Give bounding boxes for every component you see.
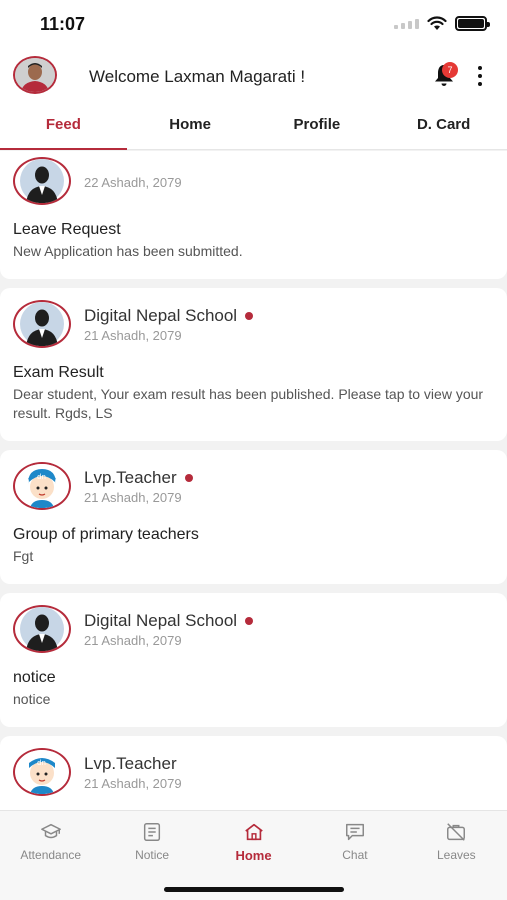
cartoon-student-icon: dn <box>13 748 71 796</box>
app-header: Welcome Laxman Magarati ! 7 <box>0 50 507 102</box>
nav-label: Chat <box>342 848 368 862</box>
nav-label: Home <box>235 848 272 863</box>
unread-dot <box>245 311 254 320</box>
feed-title: Group of primary teachers <box>13 526 199 543</box>
feed-date: 21 Ashadh, 2079 <box>84 775 182 791</box>
status-bar: 11:07 <box>0 0 507 50</box>
feed-sender: Digital Nepal School <box>84 611 254 631</box>
feed-title: notice <box>13 669 56 686</box>
feed-card[interactable]: dn Lvp.Teacher 21 Ashadh, 2079 <box>0 736 507 811</box>
nav-chat[interactable]: Chat <box>304 811 405 873</box>
top-tabs: Feed Home Profile D. Card <box>0 102 507 150</box>
status-icons <box>394 16 490 31</box>
svg-text:dn: dn <box>37 473 46 481</box>
nav-home[interactable]: Home <box>203 811 304 873</box>
tab-feed[interactable]: Feed <box>0 102 127 150</box>
feed-card[interactable]: 22 Ashadh, 2079 Leave Request New Applic… <box>0 151 507 279</box>
feed-sender: Lvp.Teacher <box>84 753 177 773</box>
feed-card[interactable]: Digital Nepal School 21 Ashadh, 2079 not… <box>0 593 507 727</box>
feed-body: New Application has been submitted. <box>13 243 243 259</box>
nav-attendance[interactable]: Attendance <box>0 811 101 873</box>
feed-sender: Lvp.Teacher <box>84 468 193 488</box>
feed-body: notice <box>13 691 51 707</box>
battery-icon <box>455 16 490 31</box>
svg-text:dn: dn <box>37 759 46 767</box>
feed-card[interactable]: dn Lvp.Teacher 21 Ashadh, 2079 Group of … <box>0 450 507 584</box>
graduation-cap-icon <box>40 823 61 839</box>
wifi-icon <box>427 16 447 30</box>
more-vertical-icon[interactable] <box>472 66 488 86</box>
feed-date: 21 Ashadh, 2079 <box>84 632 182 648</box>
feed-list[interactable]: 22 Ashadh, 2079 Leave Request New Applic… <box>0 151 507 811</box>
feed-date: 22 Ashadh, 2079 <box>84 174 182 190</box>
user-avatar[interactable] <box>13 56 57 94</box>
tab-home[interactable]: Home <box>127 102 254 149</box>
person-silhouette-icon <box>13 605 71 653</box>
nav-label: Leaves <box>436 848 476 862</box>
feed-date: 21 Ashadh, 2079 <box>84 327 182 343</box>
tab-profile[interactable]: Profile <box>254 102 381 149</box>
feed-card[interactable]: Digital Nepal School 21 Ashadh, 2079 Exa… <box>0 288 507 441</box>
home-icon <box>244 823 263 841</box>
feed-title: Leave Request <box>13 221 121 238</box>
nav-leaves[interactable]: Leaves <box>406 811 507 873</box>
cartoon-student-icon: dn <box>13 462 71 510</box>
nav-label: Notice <box>135 848 170 862</box>
feed-date: 21 Ashadh, 2079 <box>84 489 182 505</box>
feed-sender: Digital Nepal School <box>84 306 254 326</box>
feed-body: Fgt <box>13 548 34 564</box>
nav-notice[interactable]: Notice <box>101 811 202 873</box>
briefcase-off-icon <box>447 823 466 841</box>
document-icon <box>144 823 161 841</box>
person-silhouette-icon <box>13 300 71 348</box>
unread-dot <box>184 473 193 482</box>
cellular-signal-icon <box>394 18 419 29</box>
home-indicator[interactable] <box>164 887 344 892</box>
nav-label: Attendance <box>20 848 82 862</box>
status-time: 11:07 <box>40 14 86 34</box>
person-silhouette-icon <box>13 157 71 205</box>
unread-dot <box>245 616 254 625</box>
notification-badge: 7 <box>442 62 458 78</box>
bottom-nav: Attendance Notice Home Chat Leaves <box>0 810 507 900</box>
welcome-message: Welcome Laxman Magarati ! <box>89 67 306 86</box>
feed-body: Dear student, Your exam result has been … <box>13 386 484 421</box>
tab-d-card[interactable]: D. Card <box>380 102 507 149</box>
chat-icon <box>345 823 364 841</box>
feed-title: Exam Result <box>13 364 104 381</box>
